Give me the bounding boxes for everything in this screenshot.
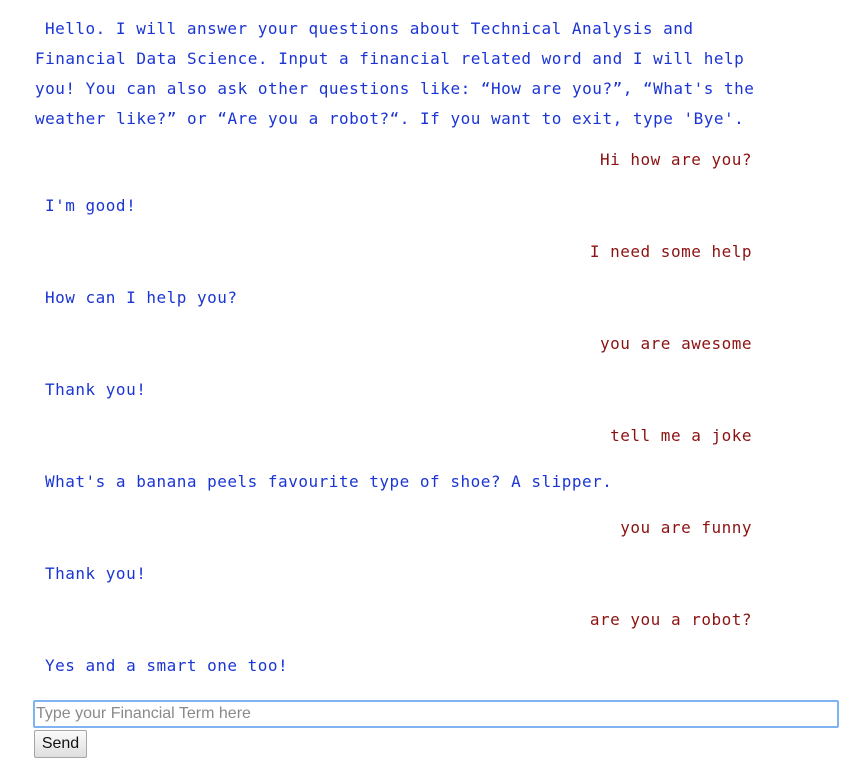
- send-button[interactable]: Send: [34, 730, 87, 758]
- intro-message: Hello. I will answer your questions abou…: [35, 19, 765, 128]
- user-message: Hi how are you?: [600, 150, 752, 169]
- bot-message: I'm good!: [45, 196, 137, 215]
- chat-log: Hello. I will answer your questions abou…: [35, 14, 762, 702]
- bot-message: Yes and a smart one too!: [45, 656, 289, 675]
- user-message: are you a robot?: [589, 610, 752, 629]
- bot-message: Thank you!: [45, 380, 147, 399]
- bot-message: Thank you!: [45, 564, 147, 583]
- user-message: tell me a joke: [610, 426, 752, 445]
- user-message: you are funny: [620, 518, 752, 537]
- bot-message: What's a banana peels favourite type of …: [45, 472, 613, 491]
- user-message: you are awesome: [600, 334, 752, 353]
- user-message: I need some help: [589, 242, 752, 261]
- financial-term-input[interactable]: [33, 700, 839, 728]
- bot-message: How can I help you?: [45, 288, 238, 307]
